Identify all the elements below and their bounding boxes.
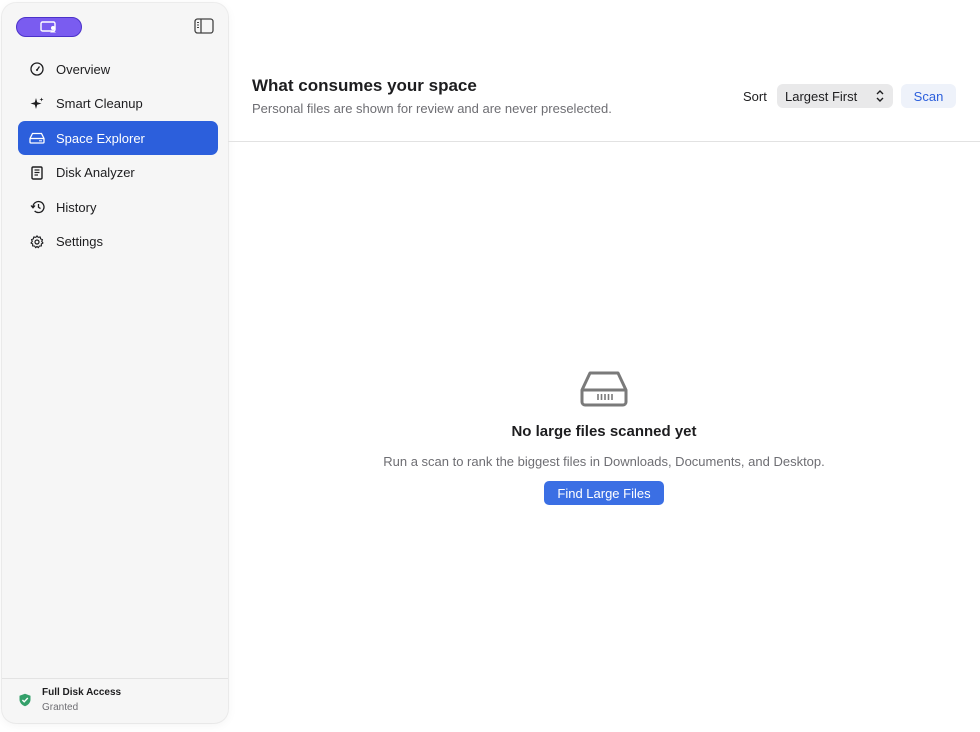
sidebar-toggle-icon[interactable] (194, 18, 214, 34)
gear-icon (29, 234, 45, 250)
empty-state-description: Run a scan to rank the biggest files in … (383, 454, 825, 469)
disk-access-status: Full Disk Access Granted (2, 678, 228, 723)
sparkle-icon (29, 96, 45, 112)
sidebar-item-label: Space Explorer (56, 130, 145, 146)
page-subtitle: Personal files are shown for review and … (252, 101, 612, 116)
page-title: What consumes your space (252, 76, 477, 95)
shield-check-icon (19, 693, 31, 707)
sidebar-item-label: Smart Cleanup (56, 96, 143, 112)
gauge-icon (29, 61, 45, 77)
disk-access-status-text: Granted (42, 702, 79, 713)
sidebar-item-label: Disk Analyzer (56, 165, 135, 181)
sort-label: Sort (743, 89, 767, 104)
updown-chevron-icon (876, 90, 884, 102)
sidebar-nav: Overview Smart Cleanup Space Explorer Di… (18, 52, 218, 260)
hard-drive-icon (580, 371, 628, 407)
profile-card-icon (40, 21, 56, 33)
document-icon (29, 165, 45, 181)
page-header: What consumes your space Personal files … (228, 0, 980, 142)
scan-button[interactable]: Scan (901, 84, 956, 108)
sidebar-item-disk-analyzer[interactable]: Disk Analyzer (18, 156, 218, 190)
sidebar-item-smart-cleanup[interactable]: Smart Cleanup (18, 87, 218, 121)
sidebar-item-label: Overview (56, 61, 111, 77)
history-icon (29, 199, 45, 215)
sort-select[interactable]: Largest First (777, 84, 893, 108)
sidebar-item-label: History (56, 199, 97, 215)
find-large-files-button[interactable]: Find Large Files (544, 481, 664, 505)
empty-state-title: No large files scanned yet (511, 423, 697, 440)
sidebar-item-overview[interactable]: Overview (18, 52, 218, 86)
sidebar-item-label: Settings (56, 234, 103, 250)
sidebar-item-settings[interactable]: Settings (18, 225, 218, 259)
app-profile-button[interactable] (16, 17, 82, 37)
sidebar-header (2, 3, 228, 47)
sidebar-item-history[interactable]: History (18, 190, 218, 224)
disk-access-title: Full Disk Access (42, 687, 122, 698)
empty-state: No large files scanned yet Run a scan to… (228, 142, 980, 732)
drive-icon (29, 130, 45, 146)
sort-select-value: Largest First (785, 88, 858, 104)
sidebar: Overview Smart Cleanup Space Explorer Di… (2, 3, 228, 723)
sidebar-item-space-explorer[interactable]: Space Explorer (18, 121, 218, 156)
